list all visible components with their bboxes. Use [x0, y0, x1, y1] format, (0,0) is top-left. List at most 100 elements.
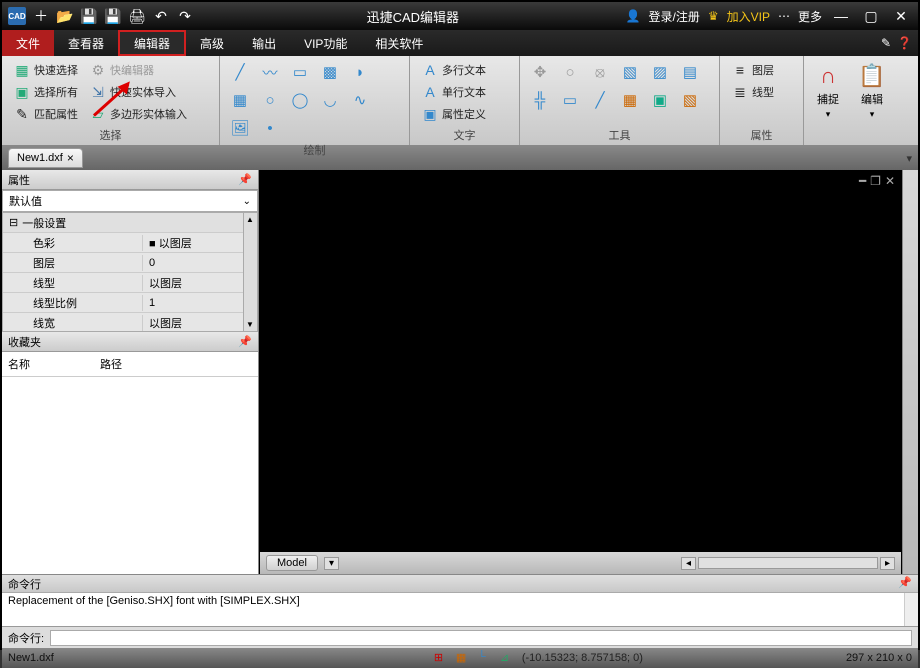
- tool-9-icon[interactable]: ╱: [588, 88, 612, 112]
- line-tool-icon[interactable]: ╱: [228, 60, 252, 84]
- pin-icon[interactable]: 📌: [238, 335, 252, 348]
- spline-tool-icon[interactable]: ∿: [348, 88, 372, 112]
- tool-12-icon[interactable]: ▧: [678, 88, 702, 112]
- tool-1-icon[interactable]: ✥: [528, 60, 552, 84]
- ribbon-group-big: ∩ 捕捉 ▾ 📋 编辑 ▾: [804, 56, 896, 145]
- singleline-text-button[interactable]: A单行文本: [418, 82, 490, 102]
- undo-icon[interactable]: ↶: [152, 7, 170, 25]
- login-link[interactable]: 登录/注册: [649, 8, 700, 25]
- select-all-button[interactable]: ▣选择所有: [10, 82, 82, 102]
- close-button[interactable]: ✕: [890, 5, 912, 27]
- save-icon[interactable]: 💾: [80, 7, 98, 25]
- prop-section-general[interactable]: ⊟ 一般设置: [3, 213, 257, 233]
- circle-tool-icon[interactable]: ○: [258, 88, 282, 112]
- pattern-tool-icon[interactable]: ▩: [318, 60, 342, 84]
- pin-icon[interactable]: 📌: [898, 576, 912, 591]
- point-tool-icon[interactable]: •: [258, 116, 282, 140]
- menu-vip[interactable]: VIP功能: [290, 30, 361, 56]
- menu-output[interactable]: 输出: [238, 30, 290, 56]
- prop-row-color[interactable]: 色彩■ 以图层: [3, 233, 257, 253]
- pencil-edit-icon[interactable]: ✎: [881, 36, 891, 50]
- layer-button[interactable]: ≡图层: [728, 60, 778, 80]
- open-file-icon[interactable]: 📂: [56, 7, 74, 25]
- ellipse-tool-icon[interactable]: ◯: [288, 88, 312, 112]
- scrollbar-h[interactable]: [698, 557, 878, 569]
- image-tool-icon[interactable]: 🖼: [228, 116, 252, 140]
- match-props-button[interactable]: ✎匹配属性: [10, 104, 82, 124]
- vip-crown-icon[interactable]: ♛: [708, 9, 719, 23]
- rect-tool-icon[interactable]: ▭: [288, 60, 312, 84]
- prop-row-linetype[interactable]: 线型以图层: [3, 273, 257, 293]
- prop-row-lineweight[interactable]: 线宽以图层: [3, 313, 257, 332]
- tool-5-icon[interactable]: ▨: [648, 60, 672, 84]
- tool-8-icon[interactable]: ▭: [558, 88, 582, 112]
- menu-editor[interactable]: 编辑器: [118, 30, 186, 56]
- arc-tool-icon[interactable]: ◗: [348, 60, 372, 84]
- more-dots-icon[interactable]: ⋯: [778, 9, 790, 23]
- entity-type-dropdown[interactable]: 默认值 ⌄: [2, 190, 258, 212]
- app-logo-icon[interactable]: CAD: [8, 7, 26, 25]
- command-input[interactable]: [50, 630, 912, 646]
- properties-panel-header: 属性 📌: [2, 170, 258, 190]
- edit-big-button[interactable]: 📋 编辑 ▾: [852, 60, 892, 122]
- tool-6-icon[interactable]: ▤: [678, 60, 702, 84]
- minimize-button[interactable]: —: [830, 5, 852, 27]
- arc2-tool-icon[interactable]: ◡: [318, 88, 342, 112]
- scroll-left-icon[interactable]: ◂: [681, 557, 696, 570]
- attr-define-button[interactable]: ▣属性定义: [418, 104, 490, 124]
- properties-scrollbar[interactable]: [243, 213, 257, 331]
- fav-col-name[interactable]: 名称: [8, 356, 30, 372]
- menu-viewer[interactable]: 查看器: [54, 30, 118, 56]
- drawing-canvas[interactable]: ━ ❐ ✕: [260, 170, 901, 552]
- tool-3-icon[interactable]: ⦻: [588, 60, 612, 84]
- prop-row-linescale[interactable]: 线型比例1: [3, 293, 257, 313]
- menu-related[interactable]: 相关软件: [361, 30, 437, 56]
- more-link[interactable]: 更多: [798, 8, 822, 25]
- ribbon-group-text-label: 文字: [418, 125, 511, 145]
- snap-icon[interactable]: ⊞: [434, 651, 448, 665]
- restore-view-icon[interactable]: ❐: [870, 174, 881, 188]
- multiline-text-button[interactable]: A多行文本: [418, 60, 490, 80]
- tool-11-icon[interactable]: ▣: [648, 88, 672, 112]
- menu-advanced[interactable]: 高级: [186, 30, 238, 56]
- help-icon[interactable]: ❓: [897, 36, 912, 50]
- pin-icon[interactable]: 📌: [238, 173, 252, 186]
- user-icon[interactable]: 👤: [626, 9, 641, 23]
- print-icon[interactable]: 🖨: [128, 7, 146, 25]
- close-tab-icon[interactable]: ×: [67, 151, 74, 165]
- model-tab-dropdown-icon[interactable]: ▾: [324, 557, 339, 570]
- linetype-button[interactable]: ≣线型: [728, 82, 778, 102]
- main-workspace: 属性 📌 默认值 ⌄ ⊟ 一般设置 色彩■ 以图层 图层0 线型以图层 线型比例…: [2, 170, 918, 574]
- status-mode-icons: ⊞ ▦ └ ⊿: [434, 651, 514, 665]
- save-all-icon[interactable]: 💾: [104, 7, 122, 25]
- new-file-icon[interactable]: ＋: [32, 7, 50, 25]
- polyline-tool-icon[interactable]: 〰: [258, 60, 282, 84]
- ortho-icon[interactable]: └: [478, 651, 492, 665]
- tool-4-icon[interactable]: ▧: [618, 60, 642, 84]
- redo-icon[interactable]: ↷: [176, 7, 194, 25]
- minimize-view-icon[interactable]: ━: [859, 174, 866, 188]
- fav-col-path[interactable]: 路径: [100, 356, 122, 372]
- menu-file[interactable]: 文件: [2, 30, 54, 56]
- quick-access-toolbar: CAD ＋ 📂 💾 💾 🖨 ↶ ↷: [2, 7, 200, 25]
- document-tab[interactable]: New1.dxf ×: [8, 148, 83, 168]
- quick-select-button[interactable]: ▦快速选择: [10, 60, 82, 80]
- tool-2-icon[interactable]: ○: [558, 60, 582, 84]
- fast-entity-import-button[interactable]: ⇲快速实体导入: [86, 82, 191, 102]
- command-scrollbar[interactable]: [904, 593, 918, 626]
- vip-link[interactable]: 加入VIP: [727, 8, 770, 25]
- grid-icon[interactable]: ▦: [456, 651, 470, 665]
- close-view-icon[interactable]: ✕: [885, 174, 895, 188]
- scrollbar-vertical[interactable]: [902, 170, 918, 574]
- hatch-tool-icon[interactable]: ▦: [228, 88, 252, 112]
- tool-7-icon[interactable]: ╬: [528, 88, 552, 112]
- tab-bar-dropdown-icon[interactable]: ▾: [906, 152, 912, 165]
- prop-row-layer[interactable]: 图层0: [3, 253, 257, 273]
- polar-icon[interactable]: ⊿: [500, 651, 514, 665]
- maximize-button[interactable]: ▢: [860, 5, 882, 27]
- fast-editor-button[interactable]: ⚙快编辑器: [86, 60, 191, 80]
- capture-button[interactable]: ∩ 捕捉 ▾: [808, 60, 848, 122]
- scroll-right-icon[interactable]: ▸: [880, 557, 895, 570]
- model-tab[interactable]: Model: [266, 555, 318, 571]
- tool-10-icon[interactable]: ▦: [618, 88, 642, 112]
